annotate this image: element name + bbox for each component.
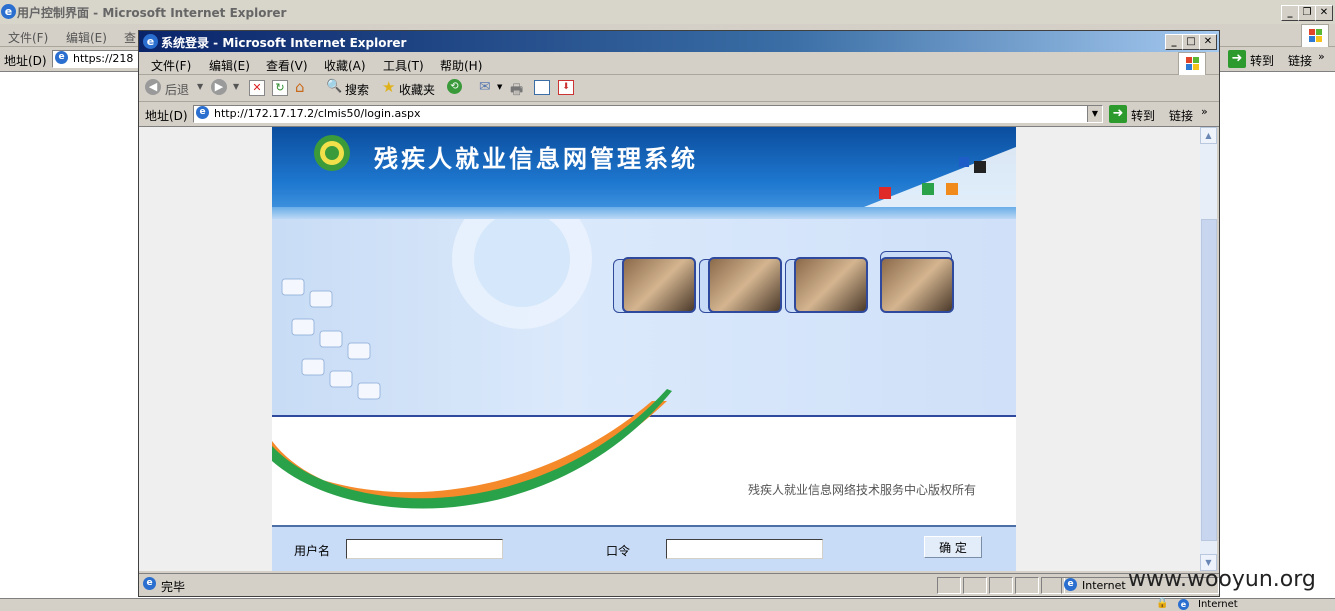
links-button[interactable]: 链接 xyxy=(1169,107,1193,124)
windows-flag-icon xyxy=(1301,24,1329,48)
login-form: 用户名 口令 确 定 xyxy=(272,525,1016,571)
login-page: 残疾人就业信息网管理系统 残疾人就业信息网络技术服务中心版权所有 用户名 口令 … xyxy=(272,127,1016,571)
photo-group-study xyxy=(622,257,696,313)
password-label: 口令 xyxy=(606,544,631,558)
stop-icon[interactable]: ✕ xyxy=(249,80,265,96)
links-chevron-icon[interactable]: » xyxy=(1201,105,1208,118)
username-label: 用户名 xyxy=(294,544,331,558)
menu-edit[interactable]: 编辑(E) xyxy=(209,57,250,74)
back-dropdown-icon[interactable]: ▼ xyxy=(197,82,203,91)
toolbar: ◀ 后退 ▼ ▶ ▼ ✕ ↻ ⌂ 🔍 搜索 ★ 收藏夹 ⟲ ✉ ▼ 🖶 ⬇ xyxy=(139,75,1219,102)
favorites-star-icon[interactable]: ★ xyxy=(382,78,395,96)
maximize-button[interactable]: ❐ xyxy=(1298,5,1316,21)
header-stripe xyxy=(272,207,1016,219)
links-button[interactable]: 链接 xyxy=(1288,52,1312,69)
forward-arrow-icon[interactable]: ▶ xyxy=(211,79,227,95)
menu-file[interactable]: 文件(F) xyxy=(151,57,191,74)
refresh-icon[interactable]: ↻ xyxy=(272,80,288,96)
menu-view[interactable]: 查看(V) xyxy=(266,57,308,74)
internet-zone-icon: e xyxy=(1178,599,1189,610)
address-label: 地址(D) xyxy=(4,54,47,68)
discuss-icon[interactable]: ⬇ xyxy=(558,80,574,95)
status-pane xyxy=(1015,577,1039,594)
menu-favorites[interactable]: 收藏(A) xyxy=(324,57,366,74)
status-pane xyxy=(937,577,961,594)
menu-edit[interactable]: 编辑(E) xyxy=(66,29,107,46)
watermark: www.wooyun.org xyxy=(1128,567,1316,592)
photo-laptop xyxy=(880,257,954,313)
status-text: 完毕 xyxy=(161,580,186,594)
close-button[interactable]: ✕ xyxy=(1315,5,1333,21)
system-title: 残疾人就业信息网管理系统 xyxy=(374,145,698,173)
header-banner: 残疾人就业信息网管理系统 xyxy=(272,127,1016,207)
close-button[interactable]: ✕ xyxy=(1199,34,1217,50)
menu-tools[interactable]: 工具(T) xyxy=(383,57,424,74)
mosaic-grid-decoration xyxy=(864,147,1016,207)
internet-zone-icon: e xyxy=(1064,578,1077,591)
back-window-titlebar: e 用户控制界面 - Microsoft Internet Explorer _… xyxy=(0,0,1335,24)
login-window: e 系统登录 - Microsoft Internet Explorer _ □… xyxy=(138,30,1220,597)
forward-dropdown-icon[interactable]: ▼ xyxy=(233,82,239,91)
scroll-thumb[interactable] xyxy=(1201,219,1217,541)
copyright-text: 残疾人就业信息网络技术服务中心版权所有 xyxy=(748,483,977,497)
address-value: http://172.17.17.2/clmis50/login.aspx xyxy=(214,107,421,120)
home-icon[interactable]: ⌂ xyxy=(295,78,305,96)
address-input[interactable]: e https://218 xyxy=(52,50,140,68)
back-window-title: 用户控制界面 - Microsoft Internet Explorer xyxy=(17,6,287,20)
page-icon: e xyxy=(196,106,209,119)
maximize-button[interactable]: □ xyxy=(1182,34,1200,50)
status-pane xyxy=(989,577,1013,594)
minimize-button[interactable]: _ xyxy=(1281,5,1299,21)
login-submit-button[interactable]: 确 定 xyxy=(924,536,982,558)
links-chevron-icon[interactable]: » xyxy=(1318,50,1325,63)
addressbar: 地址(D) e http://172.17.17.2/clmis50/login… xyxy=(139,102,1219,127)
search-icon[interactable]: 🔍 xyxy=(326,79,342,94)
go-button[interactable]: 转到 xyxy=(1131,107,1155,124)
login-window-title: 系统登录 - Microsoft Internet Explorer xyxy=(161,36,407,50)
search-button[interactable]: 搜索 xyxy=(345,81,369,98)
go-arrow-icon[interactable]: ➜ xyxy=(1228,50,1246,68)
back-arrow-icon[interactable]: ◀ xyxy=(145,79,161,95)
go-button[interactable]: 转到 xyxy=(1250,52,1274,69)
minimize-button[interactable]: _ xyxy=(1165,34,1183,50)
go-arrow-icon[interactable]: ➜ xyxy=(1109,105,1127,123)
address-label: 地址(D) xyxy=(145,109,188,123)
statusbar: e 完毕 e Internet xyxy=(139,573,1219,596)
vertical-scrollbar[interactable]: ▲ ▼ xyxy=(1200,127,1217,571)
favorites-button[interactable]: 收藏夹 xyxy=(399,81,435,98)
scroll-up-icon[interactable]: ▲ xyxy=(1200,127,1217,144)
page-viewport: 残疾人就业信息网管理系统 残疾人就业信息网络技术服务中心版权所有 用户名 口令 … xyxy=(139,127,1217,571)
photo-hands-work xyxy=(708,257,782,313)
page-done-icon: e xyxy=(143,577,156,590)
status-zone: Internet xyxy=(1082,579,1126,592)
username-input[interactable] xyxy=(346,539,503,559)
address-dropdown-icon[interactable]: ▼ xyxy=(1087,106,1102,122)
login-window-titlebar: e 系统登录 - Microsoft Internet Explorer _ □… xyxy=(139,31,1219,52)
photo-wheelchair xyxy=(794,257,868,313)
footer-area: 残疾人就业信息网络技术服务中心版权所有 xyxy=(272,389,1016,527)
windows-flag-icon xyxy=(1178,52,1206,76)
disability-federation-logo xyxy=(314,135,350,171)
page-icon: e xyxy=(55,51,68,64)
ie-logo-icon: e xyxy=(1,4,16,19)
address-value: https://218 xyxy=(73,52,134,65)
menubar: 文件(F) 编辑(E) 查看(V) 收藏(A) 工具(T) 帮助(H) xyxy=(139,52,1219,76)
menu-view[interactable]: 查 xyxy=(124,29,136,46)
mail-icon[interactable]: ✉ xyxy=(479,79,491,95)
back-button[interactable]: 后退 xyxy=(165,81,189,98)
back-status-zone: Internet xyxy=(1198,599,1238,610)
lock-icon: 🔒 xyxy=(1156,598,1169,609)
print-icon[interactable]: 🖶 xyxy=(510,79,523,103)
mail-dropdown-icon[interactable]: ▼ xyxy=(497,83,502,91)
menu-file[interactable]: 文件(F) xyxy=(8,29,48,46)
password-input[interactable] xyxy=(666,539,823,559)
address-input[interactable]: e http://172.17.17.2/clmis50/login.aspx … xyxy=(193,105,1103,123)
menu-help[interactable]: 帮助(H) xyxy=(440,57,482,74)
status-pane xyxy=(963,577,987,594)
ie-logo-icon: e xyxy=(143,34,158,49)
edit-page-icon[interactable] xyxy=(534,80,550,95)
history-icon[interactable]: ⟲ xyxy=(447,79,462,94)
back-window-statusbar: 🔒 e Internet xyxy=(0,598,1335,611)
orange-green-swoosh xyxy=(272,389,672,509)
